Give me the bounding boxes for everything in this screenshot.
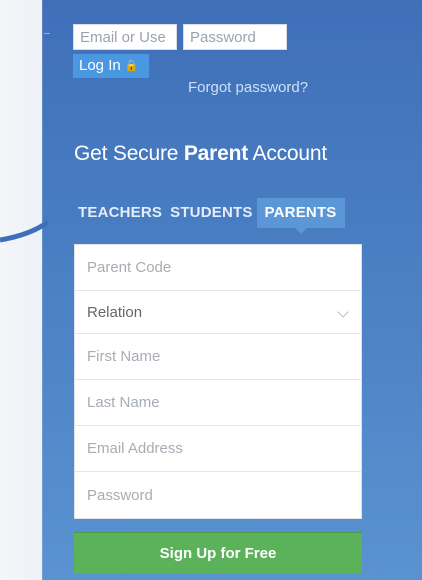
title-emphasis: Parent (183, 142, 249, 165)
signup-form: Relation (74, 244, 362, 519)
relation-select-value: Relation (87, 303, 143, 321)
email-address-input[interactable] (75, 426, 361, 472)
title-prefix: Get Secure (74, 142, 184, 165)
tab-parents[interactable]: PARENTS (256, 198, 345, 228)
last-name-input[interactable] (75, 380, 361, 426)
left-panel (0, 0, 42, 580)
page-title: Get Secure Parent Account (74, 142, 327, 166)
lock-icon: 🔒 (124, 60, 139, 72)
tab-students[interactable]: STUDENTS (166, 198, 256, 228)
sign-up-button[interactable]: Sign Up for Free (74, 532, 362, 574)
relation-select[interactable]: Relation (75, 291, 361, 334)
login-button[interactable]: Log In 🔒 (73, 54, 149, 78)
chevron-down-icon (337, 306, 349, 318)
tab-teachers[interactable]: TEACHERS (74, 198, 166, 228)
title-suffix: Account (248, 142, 328, 165)
password-input[interactable] (75, 472, 361, 518)
first-name-input[interactable] (75, 334, 361, 380)
login-button-label: Log In (79, 57, 121, 74)
decorative-tick (44, 33, 50, 34)
forgot-password-link[interactable]: Forgot password? (188, 79, 308, 96)
login-password-input[interactable] (183, 24, 287, 50)
account-type-tabs: TEACHERS STUDENTS PARENTS (74, 198, 345, 228)
panel-divider (42, 0, 43, 580)
decorative-curve (0, 219, 50, 243)
parent-code-input[interactable] (75, 245, 361, 291)
login-email-input[interactable] (73, 24, 177, 50)
